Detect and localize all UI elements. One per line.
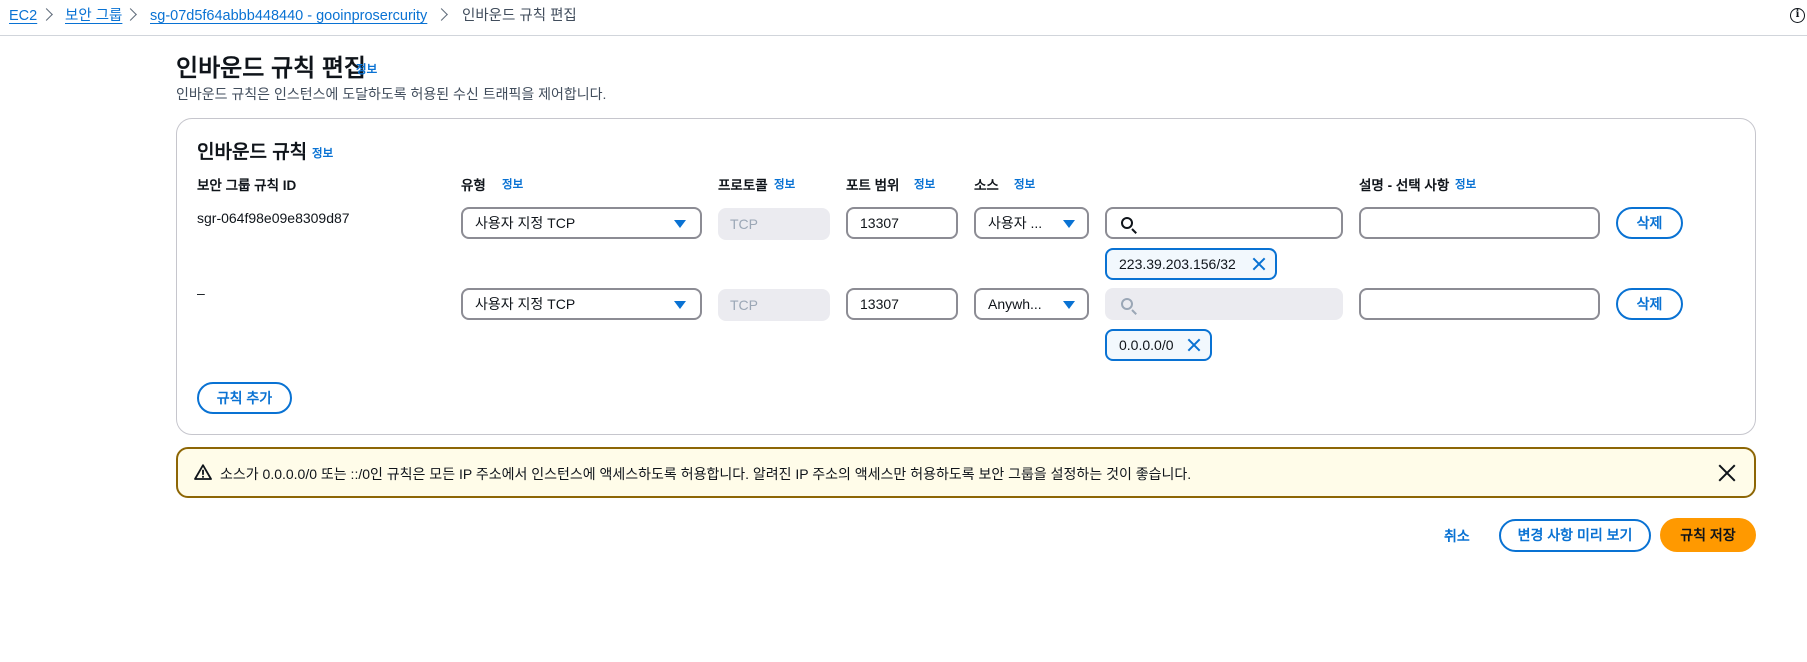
type-info-link[interactable]: 정보 [502,176,523,192]
protocol-info-link[interactable]: 정보 [774,176,795,192]
page-title: 인바운드 규칙 편집 [176,55,366,82]
column-header-port-range: 포트 범위 [846,178,900,193]
info-circle-icon[interactable]: i [1790,8,1805,23]
column-header-protocol: 프로토콜 [718,178,768,193]
breadcrumb-security-groups-link[interactable]: 보안 그룹 [65,6,122,26]
caret-down-icon [674,301,686,309]
caret-down-icon [674,220,686,228]
column-header-rule-id: 보안 그룹 규칙 ID [197,178,297,193]
source-info-link[interactable]: 정보 [1014,176,1035,192]
cancel-button[interactable]: 취소 [1444,526,1470,546]
description-info-link[interactable]: 정보 [1455,176,1476,192]
search-icon [1121,217,1133,229]
source-token: 223.39.203.156/32 [1105,248,1277,280]
source-type-select[interactable]: Anywh... [974,288,1089,320]
page-info-link[interactable]: 정보 [356,61,377,77]
source-token-label: 0.0.0.0/0 [1119,337,1174,353]
source-type-select-value: 사용자 ... [988,215,1043,231]
description-input[interactable] [1359,207,1600,239]
type-select[interactable]: 사용자 지정 TCP [461,207,702,239]
description-input[interactable] [1359,288,1600,320]
breadcrumb: EC2 보안 그룹 sg-07d5f64abbb448440 - gooinpr… [0,0,1807,36]
add-rule-button[interactable]: 규칙 추가 [197,382,292,414]
rule-id: – [197,285,205,301]
section-info-link[interactable]: 정보 [312,145,333,161]
delete-rule-button[interactable]: 삭제 [1616,288,1683,320]
alert-message: 소스가 0.0.0.0/0 또는 ::/0인 규칙은 모든 IP 주소에서 인스… [220,466,1192,482]
column-header-type: 유형 [461,178,486,193]
type-select[interactable]: 사용자 지정 TCP [461,288,702,320]
source-type-select-value: Anywh... [988,296,1042,312]
source-search-input [1105,288,1343,320]
protocol-field: TCP [718,289,830,321]
section-title: 인바운드 규칙 [197,142,308,163]
caret-down-icon [1063,220,1075,228]
type-select-value: 사용자 지정 TCP [475,296,576,312]
remove-token-icon[interactable] [1252,257,1266,271]
chevron-right-icon [435,8,448,21]
source-token: 0.0.0.0/0 [1105,329,1212,361]
chevron-right-icon [124,8,137,21]
protocol-field: TCP [718,208,830,240]
type-select-value: 사용자 지정 TCP [475,215,576,231]
breadcrumb-security-group-link[interactable]: sg-07d5f64abbb448440 - gooinprosercurity [150,6,427,26]
save-rules-button[interactable]: 규칙 저장 [1660,518,1756,552]
column-header-source: 소스 [974,178,999,193]
chevron-right-icon [40,8,53,21]
rule-id: sgr-064f98e09e8309d87 [197,210,350,226]
source-type-select[interactable]: 사용자 ... [974,207,1089,239]
search-icon [1121,298,1133,310]
breadcrumb-current-page: 인바운드 규칙 편집 [462,8,577,24]
delete-rule-button[interactable]: 삭제 [1616,207,1683,239]
breadcrumb-ec2-link[interactable]: EC2 [9,6,37,26]
caret-down-icon [1063,301,1075,309]
column-header-description: 설명 - 선택 사항 [1359,178,1450,193]
inbound-rules-container: 인바운드 규칙 정보 보안 그룹 규칙 ID 유형 정보 프로토콜 정보 포트 … [176,118,1756,435]
warning-icon [194,464,212,480]
page-description: 인바운드 규칙은 인스턴스에 도달하도록 허용된 수신 트래픽을 제어합니다. [176,86,607,102]
port-range-input[interactable]: 13307 [846,207,958,239]
close-icon[interactable] [1718,464,1736,482]
source-search-input[interactable] [1105,207,1343,239]
port-range-info-link[interactable]: 정보 [914,176,935,192]
preview-changes-button[interactable]: 변경 사항 미리 보기 [1499,519,1651,552]
port-range-input[interactable]: 13307 [846,288,958,320]
source-token-label: 223.39.203.156/32 [1119,256,1236,272]
remove-token-icon[interactable] [1187,338,1201,352]
warning-alert: 소스가 0.0.0.0/0 또는 ::/0인 규칙은 모든 IP 주소에서 인스… [176,447,1756,498]
